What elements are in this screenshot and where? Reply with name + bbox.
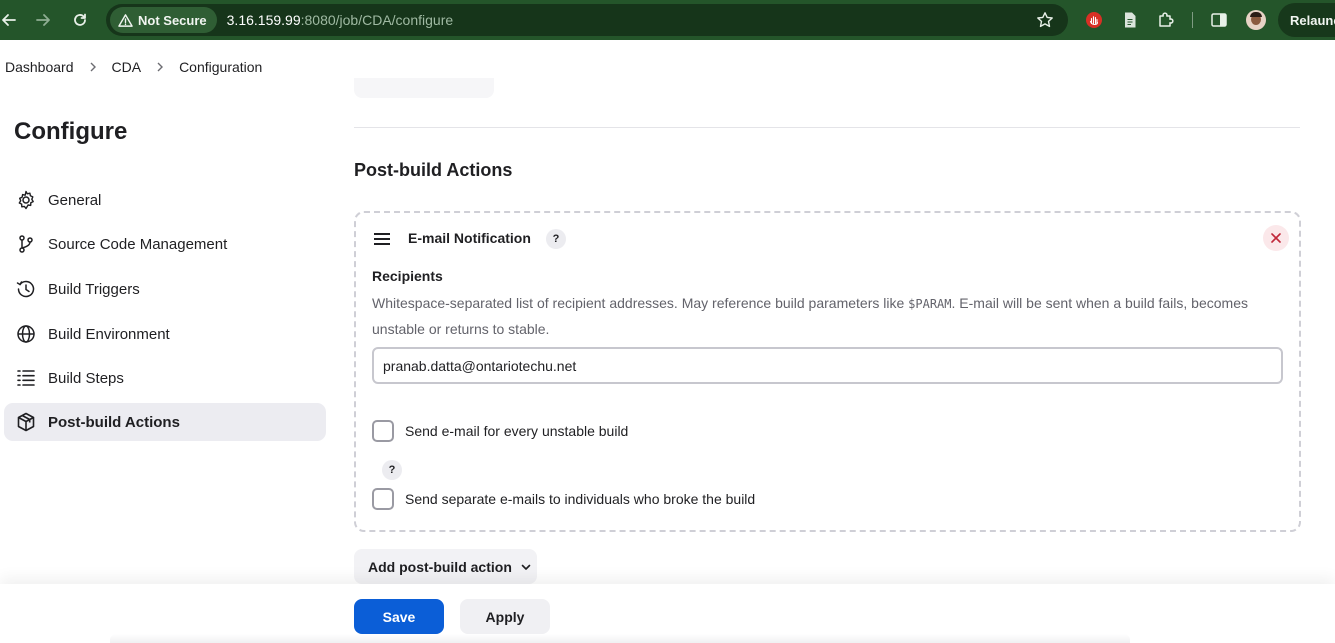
sidebar-item-build-steps[interactable]: Build Steps	[4, 359, 326, 397]
previous-section-button[interactable]	[354, 78, 494, 98]
chevron-right-icon	[146, 62, 174, 72]
card-title: E-mail Notification	[408, 230, 531, 246]
sidebar-item-build-environment[interactable]: Build Environment	[4, 315, 326, 353]
help-icon[interactable]: ?	[546, 229, 566, 249]
breadcrumb-cda[interactable]: CDA	[107, 59, 147, 75]
close-icon	[1271, 233, 1281, 243]
checkbox-label: Send e-mail for every unstable build	[405, 423, 629, 439]
url-text[interactable]: 3.16.159.99:8080/job/CDA/configure	[227, 12, 454, 28]
back-icon[interactable]	[0, 0, 18, 40]
gear-icon	[4, 190, 48, 210]
sidebar-item-label: Source Code Management	[48, 235, 228, 253]
bottom-fade	[110, 634, 1130, 643]
warning-icon	[118, 13, 133, 27]
security-label: Not Secure	[138, 12, 207, 28]
checkbox-label: Send separate e-mails to individuals who…	[405, 491, 756, 507]
toolbar-divider	[1192, 12, 1193, 28]
drag-handle-icon[interactable]	[374, 233, 390, 245]
help-icon[interactable]: ?	[382, 460, 402, 480]
breadcrumb-configuration[interactable]: Configuration	[174, 59, 267, 75]
globe-icon	[4, 324, 48, 344]
extension-red-icon[interactable]	[1085, 11, 1103, 29]
save-button[interactable]: Save	[354, 599, 444, 634]
package-icon	[4, 412, 48, 432]
add-post-build-action-button[interactable]: Add post-build action	[354, 549, 537, 584]
apply-button[interactable]: Apply	[460, 599, 550, 634]
sidebar-item-label: Build Steps	[48, 369, 124, 387]
sidebar-item-build-triggers[interactable]: Build Triggers	[4, 270, 326, 308]
sidebar-item-label: Build Triggers	[48, 280, 140, 298]
sidebar-item-post-build-actions[interactable]: Post-build Actions	[4, 403, 326, 441]
sidebar-item-label: Post-build Actions	[48, 413, 180, 431]
branch-icon	[4, 234, 48, 254]
address-bar[interactable]: Not Secure 3.16.159.99:8080/job/CDA/conf…	[106, 4, 1068, 36]
recipients-label: Recipients	[372, 268, 443, 284]
breadcrumb-dashboard[interactable]: Dashboard	[0, 59, 79, 75]
star-icon[interactable]	[1036, 11, 1054, 29]
recipients-input[interactable]	[372, 347, 1283, 384]
puzzle-icon[interactable]	[1157, 11, 1175, 29]
unstable-build-option: Send e-mail for every unstable build	[372, 420, 628, 442]
description-code: $PARAM	[908, 297, 952, 311]
sidebar-item-label: Build Environment	[48, 325, 170, 343]
reload-icon[interactable]	[68, 0, 92, 40]
clock-icon	[4, 279, 48, 299]
email-notification-card: E-mail Notification ? Recipients Whitesp…	[354, 211, 1301, 532]
avatar[interactable]	[1246, 10, 1266, 30]
list-icon	[4, 368, 48, 388]
browser-toolbar: Not Secure 3.16.159.99:8080/job/CDA/conf…	[0, 0, 1335, 40]
description-text: Whitespace-separated list of recipient a…	[372, 295, 909, 311]
security-chip[interactable]: Not Secure	[110, 7, 217, 33]
section-divider	[354, 127, 1300, 128]
section-title: Post-build Actions	[354, 160, 513, 180]
individuals-checkbox[interactable]	[372, 488, 394, 510]
url-host: 3.16.159.99	[226, 12, 301, 28]
close-button[interactable]	[1263, 225, 1289, 251]
sidebar-item-general[interactable]: General	[4, 181, 326, 219]
button-label: Add post-build action	[368, 558, 512, 575]
breadcrumb: Dashboard CDA Configuration	[0, 44, 1335, 90]
chevron-right-icon	[79, 62, 107, 72]
document-icon[interactable]	[1121, 11, 1139, 29]
forward-icon[interactable]	[18, 0, 68, 40]
sidebar-item-label: General	[48, 191, 102, 209]
page-title: Configure	[14, 118, 128, 145]
side-panel-icon[interactable]	[1210, 11, 1228, 29]
url-path: :8080/job/CDA/configure	[300, 12, 454, 28]
chevron-down-icon	[521, 564, 531, 570]
recipients-description: Whitespace-separated list of recipient a…	[372, 291, 1252, 342]
sidebar-item-source-code-management[interactable]: Source Code Management	[4, 225, 326, 263]
unstable-build-checkbox[interactable]	[372, 420, 394, 442]
individuals-option: Send separate e-mails to individuals who…	[372, 488, 755, 510]
relaunch-button[interactable]: Relaunch	[1278, 3, 1335, 37]
